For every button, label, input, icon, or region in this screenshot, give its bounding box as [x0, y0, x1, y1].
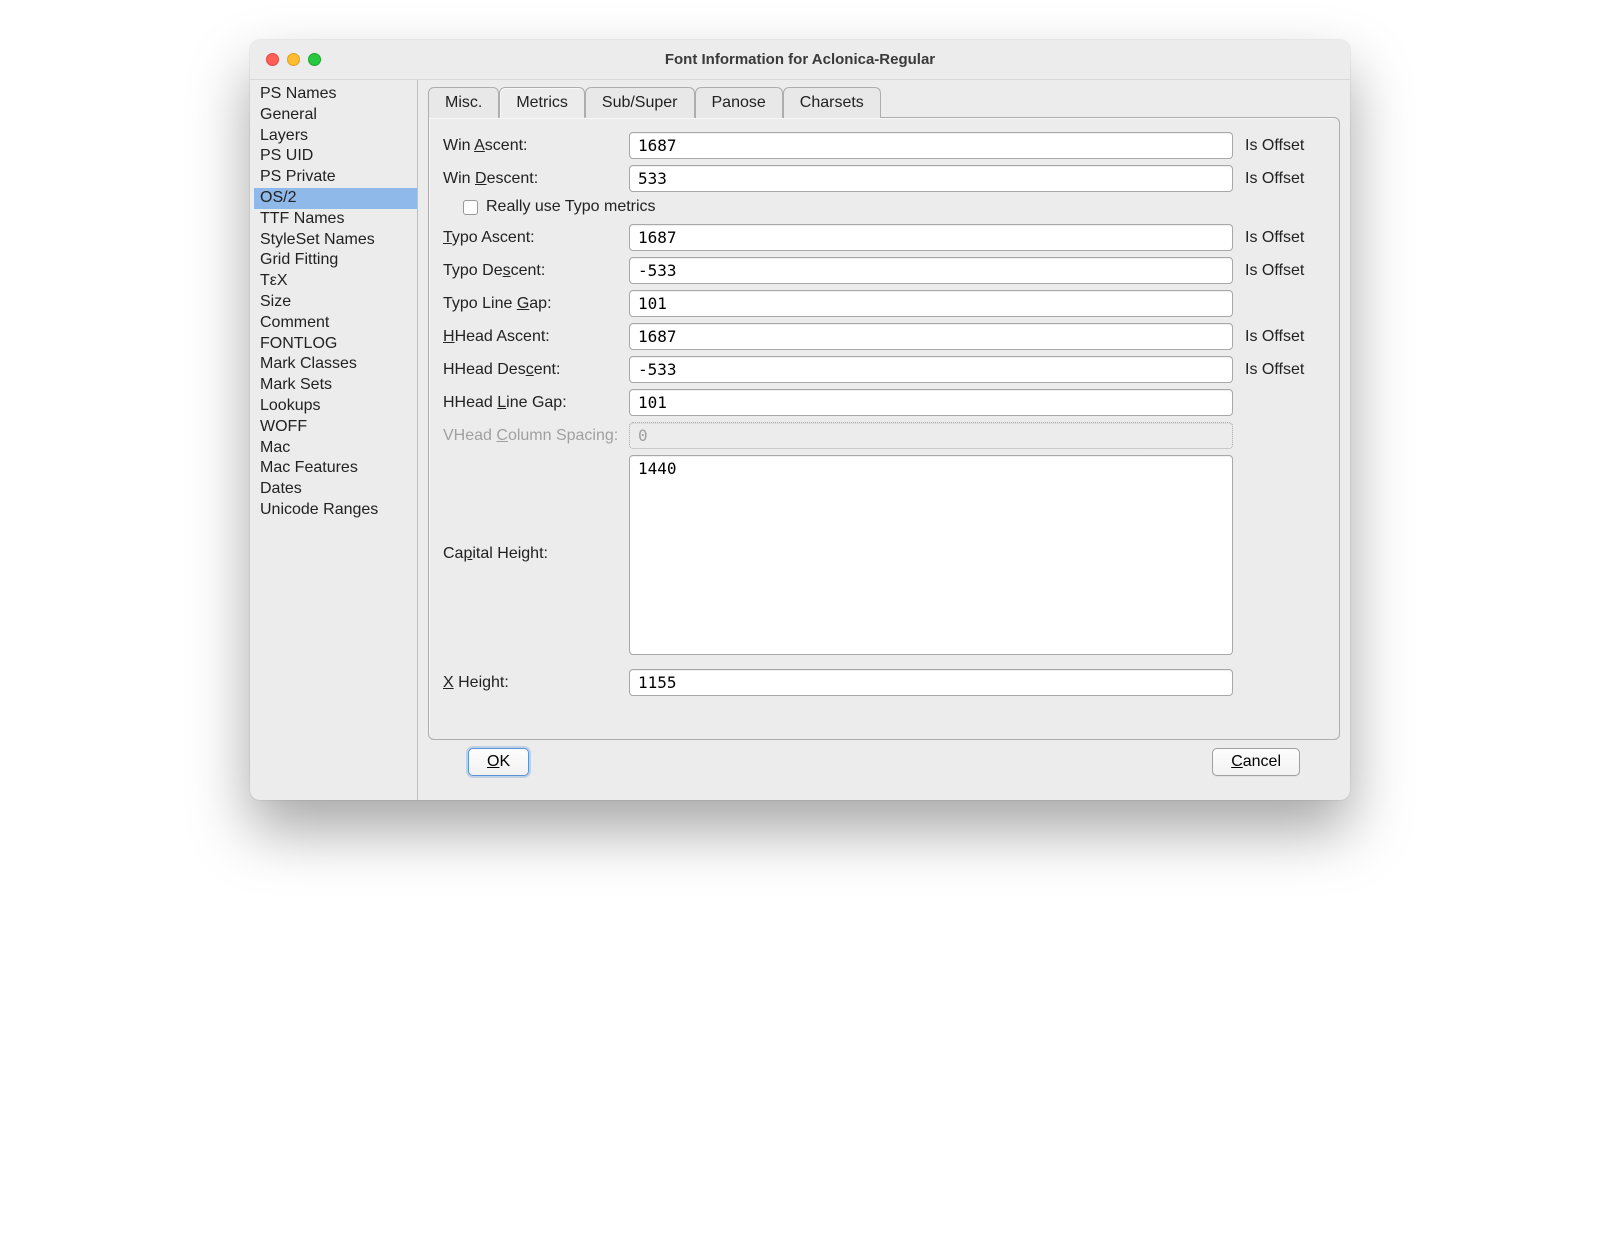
typo-ascent-label: Typo Ascent: — [443, 229, 623, 247]
typo-line-gap-input[interactable] — [629, 290, 1233, 317]
hhead-descent-input[interactable] — [629, 356, 1233, 383]
tab-bar: Misc.MetricsSub/SuperPanoseCharsets — [428, 86, 1340, 117]
hhead-descent-label: HHead Descent: — [443, 361, 623, 379]
capital-height-input[interactable] — [629, 455, 1233, 655]
win-descent-input[interactable] — [629, 165, 1233, 192]
sidebar-item-fontlog[interactable]: FONTLOG — [254, 334, 417, 355]
sidebar-item-mac[interactable]: Mac — [254, 438, 417, 459]
is-offset-label[interactable]: Is Offset — [1239, 137, 1325, 155]
window-title: Font Information for Aclonica-Regular — [250, 51, 1350, 68]
titlebar: Font Information for Aclonica-Regular — [250, 40, 1350, 80]
hhead-ascent-input[interactable] — [629, 323, 1233, 350]
metrics-panel: Win Ascent: Is Offset Win Descent: Is Of… — [428, 117, 1340, 740]
window: Font Information for Aclonica-Regular PS… — [250, 40, 1350, 800]
typo-line-gap-label: Typo Line Gap: — [443, 295, 623, 313]
win-ascent-input[interactable] — [629, 132, 1233, 159]
ok-button[interactable]: OK — [468, 748, 529, 776]
sidebar-item-styleset-names[interactable]: StyleSet Names — [254, 230, 417, 251]
win-descent-label: Win Descent: — [443, 170, 623, 188]
x-height-input[interactable] — [629, 669, 1233, 696]
vhead-column-spacing-label: VHead Column Spacing: — [443, 427, 623, 445]
checkbox-icon[interactable] — [463, 200, 478, 215]
sidebar-item-mac-features[interactable]: Mac Features — [254, 458, 417, 479]
really-use-typo-checkbox[interactable]: Really use Typo metrics — [463, 198, 1325, 216]
cancel-button-text: ancel — [1243, 753, 1281, 770]
sidebar-item-ps-uid[interactable]: PS UID — [254, 146, 417, 167]
ok-button-text: K — [499, 753, 510, 770]
sidebar-item-comment[interactable]: Comment — [254, 313, 417, 334]
sidebar-item-t-x[interactable]: TεX — [254, 271, 417, 292]
tab-panose[interactable]: Panose — [695, 87, 783, 118]
dialog-footer: OK Cancel — [428, 740, 1340, 790]
sidebar-item-size[interactable]: Size — [254, 292, 417, 313]
sidebar-item-mark-sets[interactable]: Mark Sets — [254, 375, 417, 396]
sidebar-item-woff[interactable]: WOFF — [254, 417, 417, 438]
main-panel: Misc.MetricsSub/SuperPanoseCharsets Win … — [418, 80, 1350, 800]
tab-metrics[interactable]: Metrics — [499, 87, 585, 118]
capital-height-label: Capital Height: — [443, 455, 623, 563]
is-offset-label[interactable]: Is Offset — [1239, 170, 1325, 188]
sidebar-item-ps-names[interactable]: PS Names — [254, 84, 417, 105]
really-use-typo-label: Really use Typo metrics — [486, 198, 656, 216]
sidebar-item-ps-private[interactable]: PS Private — [254, 167, 417, 188]
cancel-button[interactable]: Cancel — [1212, 748, 1300, 776]
hhead-line-gap-input[interactable] — [629, 389, 1233, 416]
sidebar-item-mark-classes[interactable]: Mark Classes — [254, 354, 417, 375]
close-icon[interactable] — [266, 53, 279, 66]
window-controls — [250, 53, 321, 66]
vhead-column-spacing-input — [629, 422, 1233, 449]
is-offset-label[interactable]: Is Offset — [1239, 229, 1325, 247]
tab-sub-super[interactable]: Sub/Super — [585, 87, 695, 118]
tab-misc-[interactable]: Misc. — [428, 87, 499, 118]
sidebar-item-os-2[interactable]: OS/2 — [254, 188, 417, 209]
sidebar: PS NamesGeneralLayersPS UIDPS PrivateOS/… — [250, 80, 418, 800]
is-offset-label[interactable]: Is Offset — [1239, 328, 1325, 346]
sidebar-item-unicode-ranges[interactable]: Unicode Ranges — [254, 500, 417, 521]
sidebar-item-general[interactable]: General — [254, 105, 417, 126]
zoom-icon[interactable] — [308, 53, 321, 66]
x-height-label: X Height: — [443, 674, 623, 692]
tab-charsets[interactable]: Charsets — [783, 87, 881, 118]
sidebar-item-ttf-names[interactable]: TTF Names — [254, 209, 417, 230]
sidebar-item-grid-fitting[interactable]: Grid Fitting — [254, 250, 417, 271]
is-offset-label[interactable]: Is Offset — [1239, 361, 1325, 379]
hhead-ascent-label: HHead Ascent: — [443, 328, 623, 346]
typo-ascent-input[interactable] — [629, 224, 1233, 251]
typo-descent-input[interactable] — [629, 257, 1233, 284]
sidebar-item-lookups[interactable]: Lookups — [254, 396, 417, 417]
hhead-line-gap-label: HHead Line Gap: — [443, 394, 623, 412]
sidebar-item-dates[interactable]: Dates — [254, 479, 417, 500]
is-offset-label[interactable]: Is Offset — [1239, 262, 1325, 280]
win-ascent-label: Win Ascent: — [443, 137, 623, 155]
minimize-icon[interactable] — [287, 53, 300, 66]
sidebar-item-layers[interactable]: Layers — [254, 126, 417, 147]
typo-descent-label: Typo Descent: — [443, 262, 623, 280]
